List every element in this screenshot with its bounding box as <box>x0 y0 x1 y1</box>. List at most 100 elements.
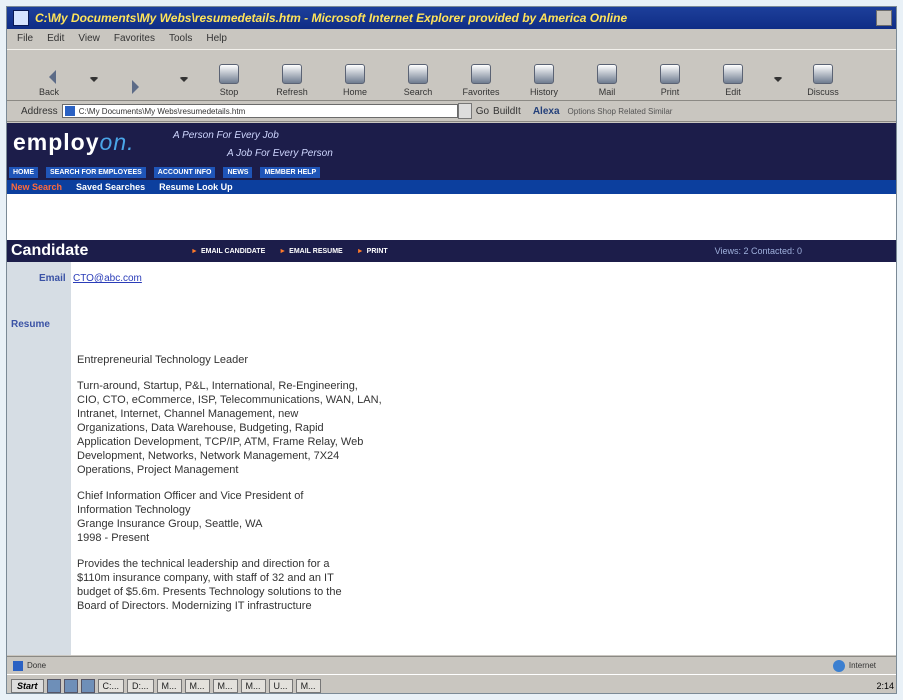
site-banner: employon. A Person For Every Job A Job F… <box>7 123 896 165</box>
taskbar-item[interactable]: M... <box>240 678 266 693</box>
address-dropdown[interactable] <box>457 103 472 119</box>
tagline-1: A Person For Every Job <box>173 130 279 141</box>
views-counter: Views: 2 Contacted: 0 <box>714 246 802 256</box>
resume-paragraph: Entrepreneurial Technology Leader <box>77 354 249 366</box>
address-label: Address <box>21 105 58 117</box>
refresh-button[interactable]: Refresh <box>262 54 322 100</box>
nav-home[interactable]: HOME <box>9 167 38 178</box>
menu-edit[interactable]: Edit <box>47 33 64 44</box>
browser-window: C:\My Documents\My Webs\resumedetails.ht… <box>6 6 897 694</box>
chevron-down-icon <box>89 77 99 87</box>
site-nav: HOME SEARCH FOR EMPLOYEES ACCOUNT INFO N… <box>7 165 896 180</box>
arrow-bullet-icon: ► <box>279 247 287 255</box>
forward-arrow-icon <box>132 80 146 94</box>
candidate-header: Candidate ► EMAIL CANDIDATE ► EMAIL RESUME… <box>7 240 896 262</box>
menu-favorites[interactable]: Favorites <box>114 33 155 44</box>
history-button[interactable]: History <box>514 54 574 100</box>
nav-search-employees[interactable]: SEARCH FOR EMPLOYEES <box>46 167 146 178</box>
page-icon <box>13 660 23 671</box>
home-button[interactable]: Home <box>325 54 385 100</box>
menu-view[interactable]: View <box>78 33 100 44</box>
back-button[interactable]: Back <box>19 54 79 100</box>
buildit-button[interactable]: BuildIt <box>493 106 521 117</box>
resume-lookup-link[interactable]: Resume Look Up <box>159 182 233 192</box>
mail-icon <box>597 64 617 84</box>
alexa-links[interactable]: Options Shop Related Similar <box>568 107 673 116</box>
printer-icon <box>660 64 680 84</box>
discuss-button[interactable]: Discuss <box>793 54 853 100</box>
arrow-bullet-icon: ► <box>191 247 198 255</box>
candidate-title: Candidate <box>11 242 89 259</box>
menu-help[interactable]: Help <box>206 33 227 44</box>
taskbar-item[interactable]: M... <box>295 678 321 693</box>
window-controls <box>876 10 892 26</box>
email-candidate-link[interactable]: ► EMAIL CANDIDATE <box>191 248 265 255</box>
taskbar-item[interactable]: U... <box>268 678 293 693</box>
system-clock: 2:14 <box>876 680 894 691</box>
sub-nav: New Search Saved Searches Resume Look Up <box>7 180 896 194</box>
menu-file[interactable]: File <box>17 33 33 44</box>
saved-searches-link[interactable]: Saved Searches <box>76 182 145 192</box>
site-logo[interactable]: employon. <box>13 129 135 156</box>
back-arrow-icon <box>42 70 56 84</box>
status-bar: Done Internet <box>7 656 896 674</box>
start-button[interactable]: Start <box>11 678 44 693</box>
discuss-icon <box>813 64 833 84</box>
back-dropdown[interactable] <box>82 54 106 100</box>
chevron-down-icon <box>179 77 189 87</box>
new-search-link[interactable]: New Search <box>11 182 62 192</box>
email-link[interactable]: CTO@abc.com <box>73 273 142 284</box>
refresh-icon <box>282 64 302 84</box>
status-text: Done <box>27 661 47 670</box>
search-button[interactable]: Search <box>388 54 448 100</box>
email-label: Email <box>39 273 66 284</box>
resume-label: Resume <box>11 319 50 330</box>
favorites-icon <box>471 64 491 84</box>
quicklaunch-icon[interactable] <box>46 678 61 693</box>
print-button[interactable]: Print <box>640 54 700 100</box>
alexa-button[interactable]: Alexa <box>533 106 560 117</box>
resume-paragraph: Provides the technical leadership and di… <box>77 558 342 612</box>
edit-button[interactable]: Edit <box>703 54 763 100</box>
print-link[interactable]: ► PRINT <box>357 248 388 255</box>
quicklaunch-icon[interactable] <box>63 678 78 693</box>
email-resume-link[interactable]: ► EMAIL RESUME <box>279 248 342 255</box>
address-input[interactable]: C:\My Documents\My Webs\resumedetails.ht… <box>61 104 458 118</box>
forward-dropdown[interactable] <box>172 54 196 100</box>
stop-icon <box>219 64 239 84</box>
taskbar-item[interactable]: M... <box>156 678 182 693</box>
address-bar: Address C:\My Documents\My Webs\resumede… <box>7 101 896 122</box>
page-viewport: employon. A Person For Every Job A Job F… <box>7 123 896 655</box>
taskbar-item[interactable]: D:... <box>127 678 154 693</box>
taskbar-item[interactable]: M... <box>212 678 238 693</box>
nav-news[interactable]: NEWS <box>223 167 253 178</box>
forward-button[interactable] <box>109 54 169 100</box>
nav-member-help[interactable]: MEMBER HELP <box>260 167 321 178</box>
menu-tools[interactable]: Tools <box>169 33 192 44</box>
minimize-button[interactable] <box>876 10 892 26</box>
taskbar-item[interactable]: C:... <box>97 678 125 693</box>
page-icon <box>64 106 75 116</box>
nav-account-info[interactable]: ACCOUNT INFO <box>153 167 216 178</box>
window-title: C:\My Documents\My Webs\resumedetails.ht… <box>35 11 628 25</box>
home-icon <box>345 64 365 84</box>
chevron-down-icon <box>773 77 783 87</box>
stop-button[interactable]: Stop <box>199 54 259 100</box>
security-zone: Internet <box>832 659 876 672</box>
toolbar: Back Stop Refresh Home Search Favorites <box>7 49 896 101</box>
resume-paragraph: Turn-around, Startup, P&L, International… <box>77 380 382 476</box>
history-icon <box>534 64 554 84</box>
tagline-2: A Job For Every Person <box>227 148 333 159</box>
quicklaunch-icon[interactable] <box>80 678 95 693</box>
mail-button[interactable]: Mail <box>577 54 637 100</box>
resume-body: Entrepreneurial Technology Leader Turn-a… <box>77 353 507 625</box>
title-bar: C:\My Documents\My Webs\resumedetails.ht… <box>7 7 896 29</box>
taskbar-item[interactable]: M... <box>184 678 210 693</box>
menu-bar: File Edit View Favorites Tools Help <box>7 29 896 47</box>
taskbar: Start C:... D:... M... M... M... M... U.… <box>7 674 896 693</box>
go-button[interactable]: Go <box>476 106 489 117</box>
edit-dropdown[interactable] <box>766 54 790 100</box>
globe-icon <box>832 659 845 672</box>
favorites-button[interactable]: Favorites <box>451 54 511 100</box>
resume-paragraph: Chief Information Officer and Vice Presi… <box>77 490 304 544</box>
